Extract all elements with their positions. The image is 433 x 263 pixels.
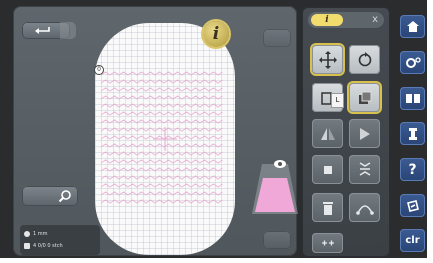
more-icon [321,240,334,246]
stitch-row [100,159,223,164]
help-button[interactable]: ? [400,158,425,181]
tools-info-pill[interactable]: i [311,14,343,26]
tutorial-button[interactable] [400,194,425,217]
stitch-row [100,111,223,116]
stitch-row [100,71,223,76]
delete-icon [322,201,333,215]
zoom-button[interactable] [22,186,78,206]
home-button[interactable] [400,15,425,38]
stitch-row [100,175,223,180]
stitch-row [100,151,223,156]
delete-tool-button[interactable] [312,193,343,222]
mirror-vertical-icon [359,127,370,140]
mirror-horizontal-icon [320,127,335,140]
magnifier-icon [58,190,71,203]
stitch-density-icon [359,161,370,176]
stitch-row [100,167,223,172]
rotate-icon [358,51,371,66]
manual-button[interactable] [400,87,425,110]
curve-icon [355,204,374,215]
stitch-row [100,119,223,124]
tools-header: i x [308,12,384,28]
tooltip: L [331,93,344,108]
embroidery-hoop[interactable] [95,23,235,255]
stitch-row [100,103,223,108]
stitch-count-icon [24,243,30,249]
status-row-size: 1 mm [24,231,48,237]
stitch-row [100,183,223,188]
stitch-pattern [100,71,223,204]
sidebar: ? clr [397,0,427,258]
status-line-2: 4 0/0 0 stch [33,243,63,249]
mirror-horizontal-button[interactable] [312,119,343,148]
home-icon [406,21,419,32]
stitch-row [100,95,223,100]
help-icon: ? [408,161,417,178]
curve-tool-button[interactable] [349,193,380,222]
book-icon [405,94,420,103]
visibility-eye-icon[interactable] [274,160,286,168]
undo-icon [35,27,50,34]
settings-button[interactable] [400,51,425,74]
settings-icon [405,56,421,68]
edit-tools-panel: i x [302,7,390,257]
stop-icon [323,165,332,174]
stitch-row [100,127,223,132]
clear-label: clr [405,235,420,246]
more-tool-button[interactable] [312,233,343,253]
info-button[interactable]: i [203,21,229,47]
bobbin-icon [408,127,417,140]
rotate-tool-button[interactable] [349,45,380,74]
move-tool-button[interactable] [312,45,343,74]
stitch-row [100,199,223,204]
scroll-down-button[interactable] [263,231,291,249]
tutorial-icon [406,199,419,212]
design-canvas-panel: 1 mm 4 0/0 0 stch [13,6,298,256]
bobbin-button[interactable] [400,122,425,145]
duplicate-icon [358,91,371,104]
embroidery-screen: 1 mm 4 0/0 0 stch 0 i i x L ? clr [0,0,427,258]
move-icon [318,50,337,69]
clock-icon [24,231,30,237]
clear-button[interactable]: clr [400,229,425,252]
status-row-stitches: 4 0/0 0 stch [24,243,63,249]
duplicate-tool-button[interactable] [349,83,380,112]
stop-tool-button[interactable] [312,155,343,184]
status-line-1: 1 mm [33,231,48,237]
stitch-row [100,143,223,148]
close-icon[interactable]: x [372,13,378,27]
stitch-row [100,191,223,196]
mirror-vertical-button[interactable] [349,119,380,148]
stitch-density-button[interactable] [349,155,380,184]
hoop-center-marker: 0 [94,65,104,75]
stitch-row [100,79,223,84]
stitch-row [100,87,223,92]
scroll-up-button[interactable] [263,29,291,47]
status-box: 1 mm 4 0/0 0 stch [20,225,100,255]
undo-extension [60,22,76,39]
